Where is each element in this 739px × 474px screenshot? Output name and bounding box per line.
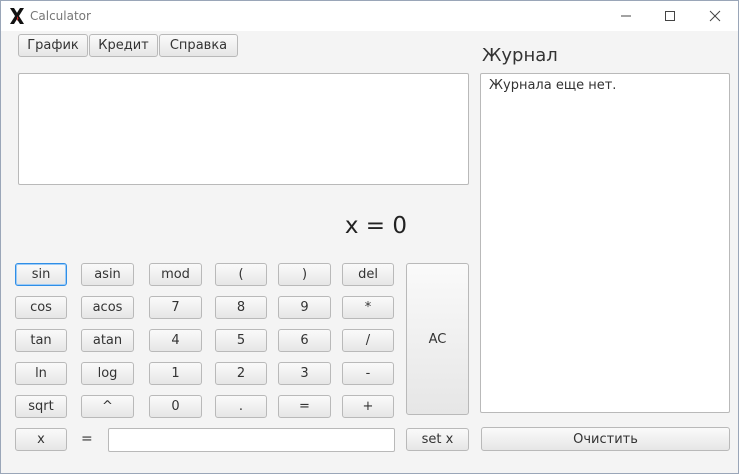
power-button[interactable]: ^	[81, 395, 134, 418]
set-x-button[interactable]: set x	[406, 428, 469, 451]
delete-button[interactable]: del	[342, 263, 394, 286]
x-variable-button[interactable]: x	[15, 428, 67, 451]
maximize-button[interactable]	[648, 4, 692, 28]
history-empty-text: Журнала еще нет.	[489, 78, 617, 93]
digit-3-button[interactable]: 3	[278, 362, 331, 385]
digit-9-button[interactable]: 9	[278, 296, 331, 319]
clear-history-button[interactable]: Очистить	[481, 427, 730, 451]
decimal-point-button[interactable]: .	[215, 395, 267, 418]
window-title: Calculator	[30, 9, 91, 23]
x-logo-icon	[10, 8, 24, 24]
credit-button[interactable]: Кредит	[89, 34, 158, 57]
calculator-window: Calculator График Кредит Справка x = 0 s…	[0, 0, 739, 474]
digit-2-button[interactable]: 2	[215, 362, 267, 385]
help-button[interactable]: Справка	[159, 34, 238, 57]
right-paren-button[interactable]: )	[278, 263, 331, 286]
close-window-button[interactable]	[693, 4, 737, 28]
asin-button[interactable]: asin	[81, 263, 134, 286]
minimize-button[interactable]	[604, 4, 648, 28]
title-bar: Calculator	[1, 1, 738, 31]
divide-button[interactable]: /	[342, 329, 394, 352]
digit-1-button[interactable]: 1	[149, 362, 202, 385]
digit-4-button[interactable]: 4	[149, 329, 202, 352]
sin-button[interactable]: sin	[15, 263, 67, 286]
ln-button[interactable]: ln	[15, 362, 67, 385]
result-display: x = 0	[344, 213, 407, 239]
sqrt-button[interactable]: sqrt	[15, 395, 67, 418]
left-paren-button[interactable]: (	[215, 263, 267, 286]
history-panel[interactable]: Журнала еще нет.	[480, 73, 730, 413]
digit-5-button[interactable]: 5	[215, 329, 267, 352]
digit-8-button[interactable]: 8	[215, 296, 267, 319]
atan-button[interactable]: atan	[81, 329, 134, 352]
digit-7-button[interactable]: 7	[149, 296, 202, 319]
add-button[interactable]: +	[342, 395, 394, 418]
digit-0-button[interactable]: 0	[149, 395, 202, 418]
minimize-icon	[621, 15, 631, 17]
cos-button[interactable]: cos	[15, 296, 67, 319]
history-heading: Журнал	[482, 45, 558, 66]
tan-button[interactable]: tan	[15, 329, 67, 352]
x-equals-label: =	[81, 431, 93, 447]
digit-6-button[interactable]: 6	[278, 329, 331, 352]
subtract-button[interactable]: -	[342, 362, 394, 385]
equals-button[interactable]: =	[278, 395, 331, 418]
mod-button[interactable]: mod	[149, 263, 202, 286]
graph-button[interactable]: График	[18, 34, 88, 57]
acos-button[interactable]: acos	[81, 296, 134, 319]
multiply-button[interactable]: *	[342, 296, 394, 319]
expression-input[interactable]	[18, 73, 469, 185]
maximize-icon	[665, 11, 675, 21]
close-icon	[709, 10, 721, 22]
log-button[interactable]: log	[81, 362, 134, 385]
all-clear-button[interactable]: AC	[406, 263, 469, 415]
x-value-input[interactable]	[108, 428, 395, 452]
